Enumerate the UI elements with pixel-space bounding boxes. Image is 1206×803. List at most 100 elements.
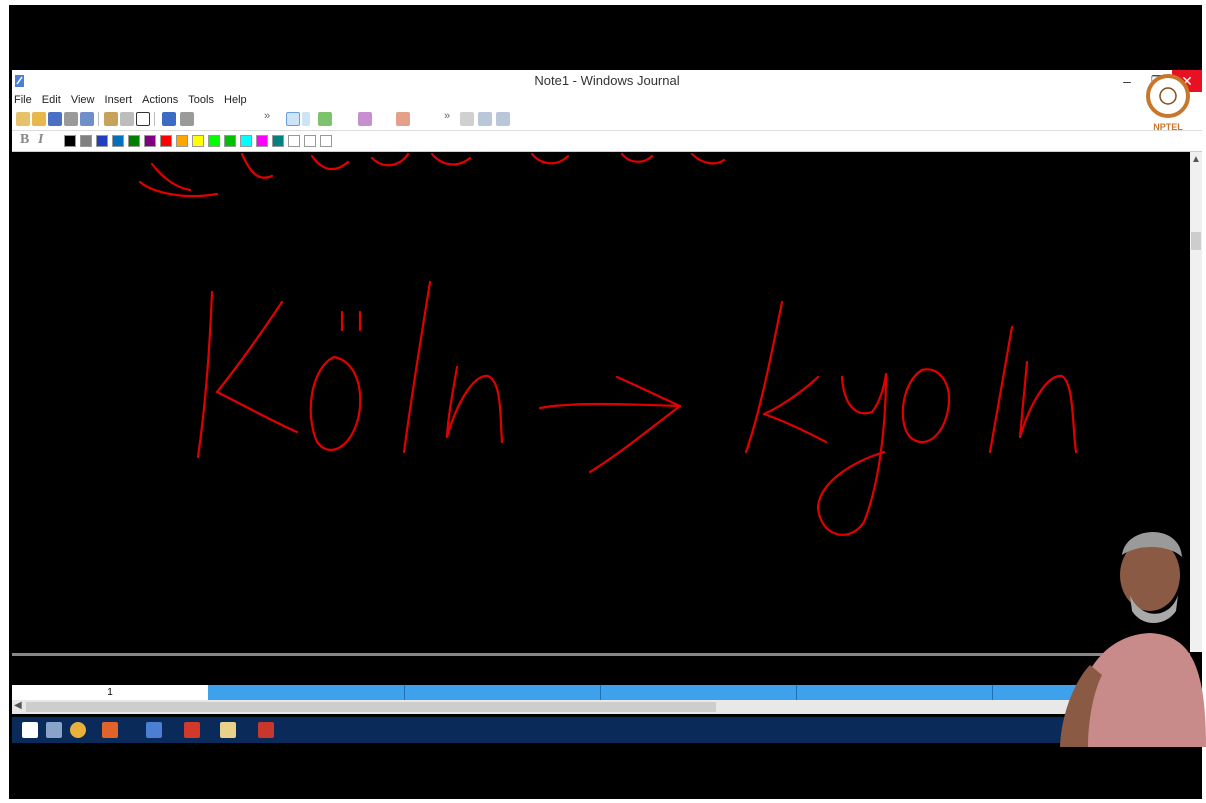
bold-button[interactable]: B (20, 132, 29, 148)
toolbar-overflow-chevron[interactable]: » (444, 110, 450, 122)
ink-stroke-n (445, 365, 504, 444)
color-swatch[interactable] (96, 135, 108, 147)
copy-icon[interactable] (120, 112, 134, 126)
page-divider (600, 685, 601, 700)
scroll-up-arrow-icon[interactable]: ▲ (1190, 154, 1202, 165)
menu-view[interactable]: View (71, 92, 95, 108)
toolbar-separator (98, 112, 99, 126)
toolbar-overflow-chevron[interactable]: » (264, 110, 270, 122)
color-swatch[interactable] (256, 135, 268, 147)
window-title: Note1 - Windows Journal (534, 73, 680, 88)
start-icon[interactable] (22, 722, 38, 738)
frame-edge (0, 799, 1206, 803)
pen-icon[interactable] (286, 112, 300, 126)
italic-button[interactable]: I (38, 132, 43, 148)
new-note-icon[interactable] (16, 112, 30, 126)
save-icon[interactable] (48, 112, 62, 126)
chrome-icon[interactable] (70, 722, 86, 738)
menu-edit[interactable]: Edit (42, 92, 61, 108)
horizontal-scroll-thumb[interactable] (26, 702, 716, 712)
color-swatch[interactable] (320, 135, 332, 147)
ink-stroke-l2 (988, 325, 1014, 454)
app-c-icon[interactable] (184, 722, 200, 738)
standard-toolbar: » » (12, 108, 1202, 131)
frame-edge (0, 0, 1206, 5)
color-swatch[interactable] (64, 135, 76, 147)
color-swatch[interactable] (224, 135, 236, 147)
color-swatch[interactable] (240, 135, 252, 147)
presenter-video-overlay (1060, 532, 1206, 747)
pen-dropdown-icon[interactable] (302, 112, 310, 126)
eraser-icon[interactable] (358, 112, 372, 126)
redo-icon[interactable] (180, 112, 194, 126)
ink-stroke (530, 152, 570, 165)
ink-stroke (370, 152, 410, 167)
vertical-scroll-thumb[interactable] (1191, 232, 1201, 250)
paste-icon[interactable] (136, 112, 150, 126)
toolbar-separator (154, 112, 155, 126)
open-icon[interactable] (32, 112, 46, 126)
ink-stroke (138, 180, 219, 198)
menu-insert[interactable]: Insert (105, 92, 133, 108)
page-divider (992, 685, 993, 700)
menu-actions[interactable]: Actions (142, 92, 178, 108)
color-swatch[interactable] (192, 135, 204, 147)
highlighter-icon[interactable] (318, 112, 332, 126)
horizontal-scrollbar[interactable]: ◀ (12, 700, 1190, 714)
ink-stroke (690, 152, 726, 165)
powerpoint-icon[interactable] (258, 722, 274, 738)
task-view-icon[interactable] (46, 722, 62, 738)
ink-stroke-o (309, 355, 362, 451)
nptel-logo-text: NPTEL (1153, 122, 1183, 132)
ink-stroke (430, 152, 472, 166)
page-tab-current[interactable]: 1 (12, 685, 208, 700)
eraser-dropdown-icon[interactable] (380, 112, 388, 126)
app-icon[interactable] (102, 722, 118, 738)
pan-hand-icon[interactable] (460, 112, 474, 126)
find-icon[interactable] (80, 112, 94, 126)
page-boundary-line (12, 653, 1190, 656)
scroll-left-arrow-icon[interactable]: ◀ (14, 700, 22, 711)
color-swatch[interactable] (176, 135, 188, 147)
ink-stroke-K (196, 290, 214, 459)
color-swatch[interactable] (112, 135, 124, 147)
color-swatch[interactable] (272, 135, 284, 147)
ink-stroke-n2 (1018, 360, 1078, 454)
color-swatch[interactable] (160, 135, 172, 147)
title-bar: Note1 - Windows Journal – ❐ ✕ (12, 70, 1202, 92)
menu-tools[interactable]: Tools (188, 92, 214, 108)
journal-window: Note1 - Windows Journal – ❐ ✕ File Edit … (12, 70, 1202, 720)
file-explorer-icon[interactable] (220, 722, 236, 738)
ink-stroke (620, 152, 654, 163)
undo-icon[interactable] (162, 112, 176, 126)
ink-stroke (150, 162, 192, 192)
highlighter-dropdown-icon[interactable] (342, 112, 350, 126)
color-swatch[interactable] (144, 135, 156, 147)
menu-help[interactable]: Help (224, 92, 247, 108)
color-swatch[interactable] (80, 135, 92, 147)
zoom-in-icon[interactable] (478, 112, 492, 126)
color-swatch[interactable] (128, 135, 140, 147)
menu-file[interactable]: File (14, 92, 32, 108)
print-icon[interactable] (64, 112, 78, 126)
journal-taskbar-icon[interactable] (146, 722, 162, 738)
windows-taskbar (12, 717, 1202, 743)
minimize-button[interactable]: – (1112, 70, 1142, 92)
cut-icon[interactable] (104, 112, 118, 126)
nptel-logo: NPTEL (1146, 74, 1190, 132)
page-divider (796, 685, 797, 700)
color-swatch[interactable] (208, 135, 220, 147)
handwriting-layer (138, 152, 1078, 536)
frame-edge (0, 0, 9, 803)
color-swatch[interactable] (304, 135, 316, 147)
ink-stroke-k (744, 300, 784, 454)
ink-stroke-arrow (538, 402, 682, 410)
ink-stroke-y (816, 372, 888, 536)
note-canvas[interactable] (12, 152, 1190, 652)
lasso-icon[interactable] (396, 112, 410, 126)
menu-bar: File Edit View Insert Actions Tools Help (12, 92, 1202, 108)
zoom-out-icon[interactable] (496, 112, 510, 126)
format-toolbar: B I (12, 131, 1202, 152)
color-swatch[interactable] (288, 135, 300, 147)
ink-stroke-l (402, 280, 432, 454)
